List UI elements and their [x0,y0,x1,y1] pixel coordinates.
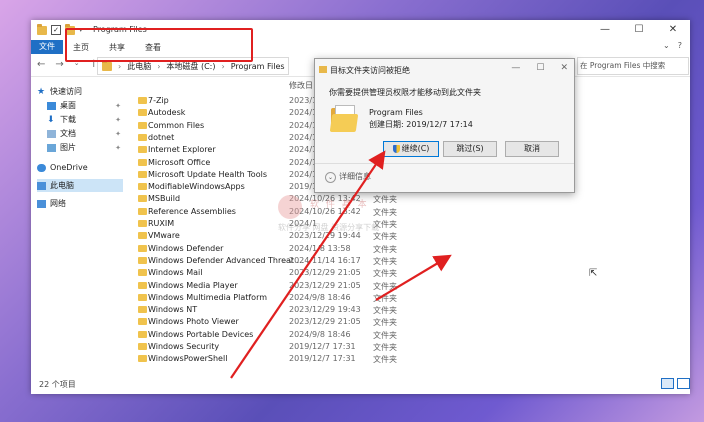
arrow-to-watermark [375,254,452,301]
arrow-to-continue [230,150,386,379]
annotation-arrows [230,150,452,379]
